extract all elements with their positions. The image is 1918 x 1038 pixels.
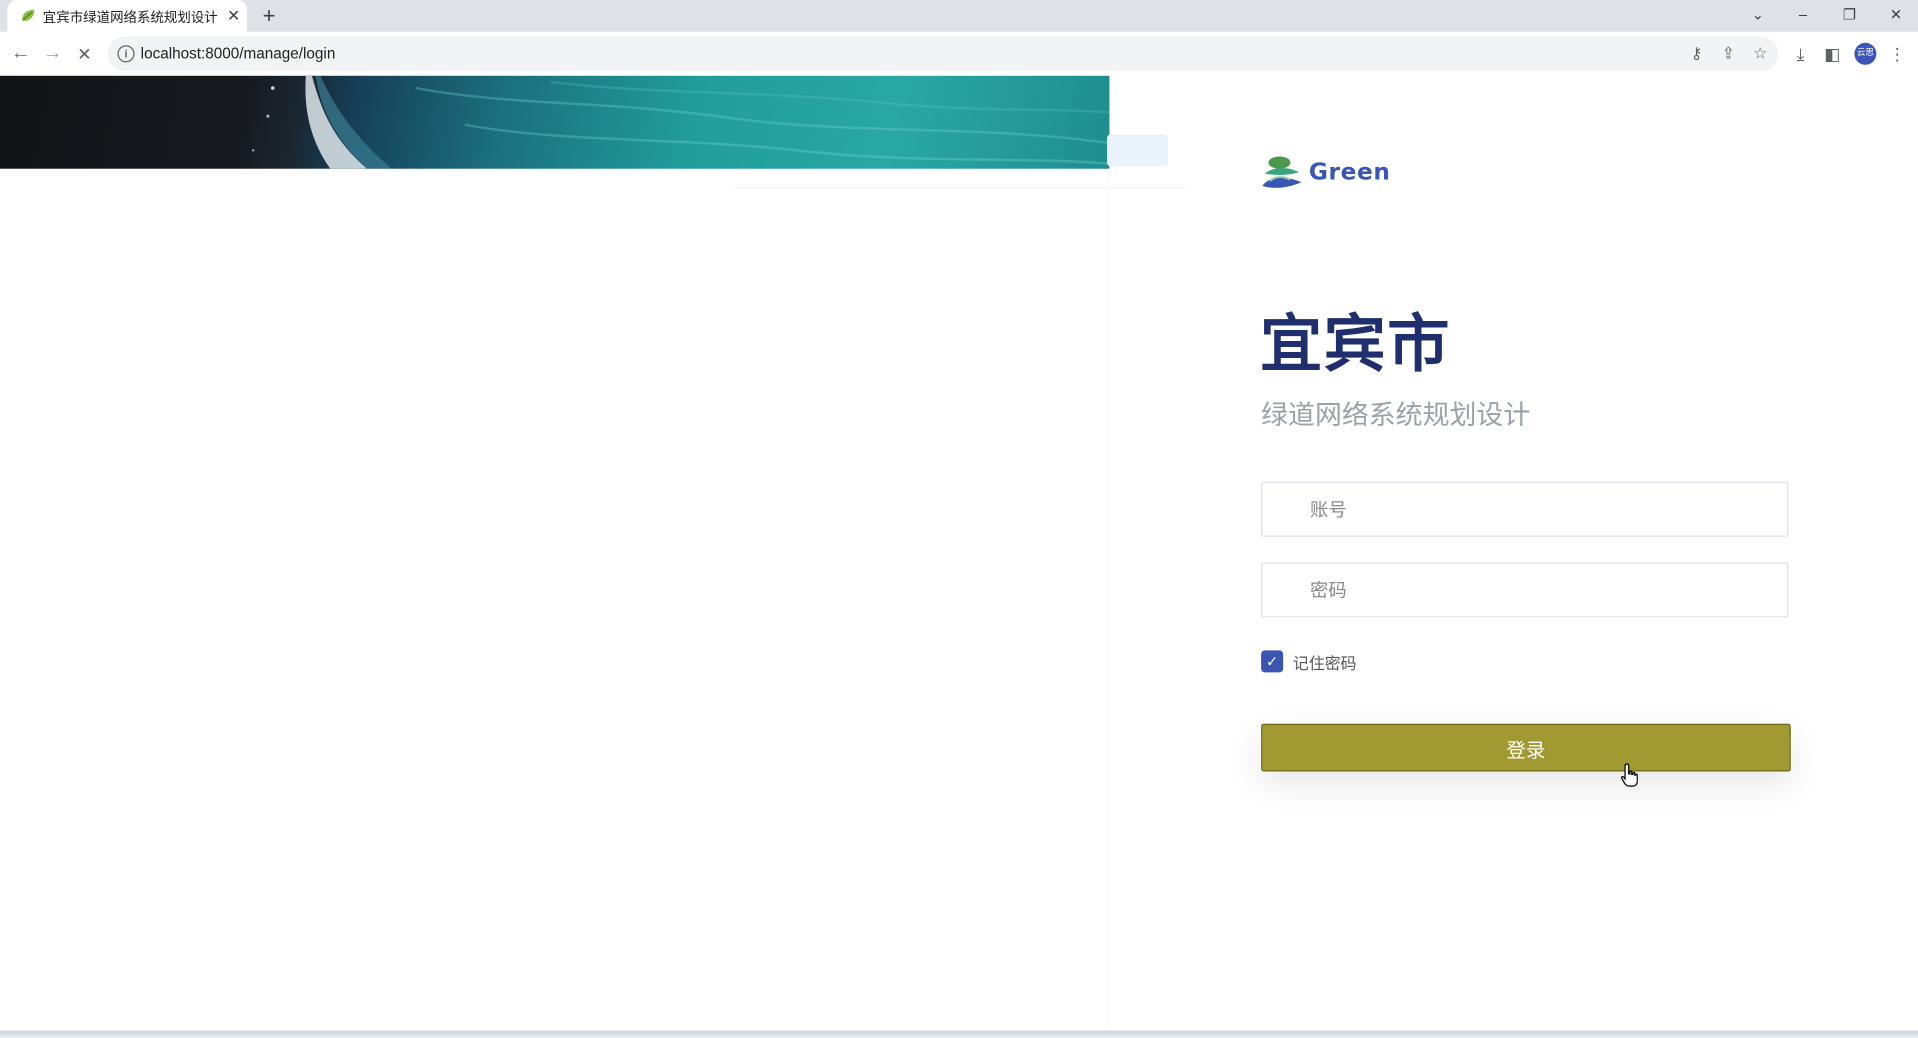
restore-icon[interactable]: ❐ [1836, 2, 1863, 26]
page-title: 宜宾市 [1259, 309, 1451, 382]
favicon-leaf-icon [22, 9, 35, 21]
remember-label: 记住密码 [1292, 654, 1357, 674]
browser-window: 宜宾市绿道网络系统规划设计 ✕ + ⌄ – ❐ ✕ ← → ✕ i localh… [0, 0, 1918, 1038]
stop-loading-icon[interactable]: ✕ [72, 42, 96, 66]
faded-overlay-box [1107, 134, 1169, 167]
password-input[interactable] [1262, 563, 1788, 617]
tab-close-icon[interactable]: ✕ [223, 5, 245, 27]
account-field [1261, 481, 1789, 537]
bookmark-star-icon[interactable]: ☆ [1748, 42, 1772, 66]
side-panel-icon[interactable]: ◧ [1820, 42, 1844, 66]
new-tab-button[interactable]: + [257, 4, 281, 28]
password-key-icon[interactable]: ⚷ [1684, 42, 1708, 66]
address-url[interactable]: localhost:8000/manage/login [141, 45, 336, 62]
faded-divider [733, 187, 1187, 189]
address-bar[interactable]: i localhost:8000/manage/login ⚷ ⇪ ☆ [107, 36, 1779, 71]
browser-tab-active[interactable]: 宜宾市绿道网络系统规划设计 ✕ [7, 0, 248, 32]
login-button[interactable]: 登录 [1261, 723, 1791, 772]
green-logo: Green [1261, 154, 1408, 191]
login-page: Green 宜宾市 绿道网络系统规划设计 ✓ 记住密码 登录 [0, 75, 1918, 1032]
tab-search-icon[interactable]: ⌄ [1744, 2, 1771, 26]
hand-pointer-cursor-icon [1620, 763, 1638, 787]
tab-strip: 宜宾市绿道网络系统规划设计 ✕ + ⌄ – ❐ ✕ [0, 0, 1918, 32]
logo-mark-icon [1262, 156, 1302, 188]
tab-title: 宜宾市绿道网络系统规划设计 [42, 9, 218, 26]
browser-toolbar: ← → ✕ i localhost:8000/manage/login ⚷ ⇪ … [0, 31, 1918, 78]
browser-menu-icon[interactable]: ⋮ [1885, 42, 1909, 66]
page-subtitle: 绿道网络系统规划设计 [1261, 401, 1531, 432]
ocean-wave-illustration [251, 75, 1110, 169]
remember-password[interactable]: ✓ 记住密码 [1261, 649, 1357, 674]
profile-avatar[interactable]: 云思 [1854, 42, 1877, 65]
remember-checkbox-checked-icon[interactable]: ✓ [1261, 650, 1284, 673]
forward-arrow-icon[interactable]: → [40, 42, 64, 66]
share-icon[interactable]: ⇪ [1716, 42, 1740, 66]
faded-vertical-divider [1108, 168, 1110, 1032]
hero-ocean-image [0, 75, 1110, 169]
password-field [1261, 562, 1789, 618]
download-icon[interactable]: ⤓ [1788, 42, 1812, 66]
logo-text: Green [1308, 158, 1391, 186]
taskbar-edge [0, 1030, 1918, 1038]
account-input[interactable] [1262, 482, 1788, 536]
minimize-icon[interactable]: – [1790, 2, 1817, 26]
back-arrow-icon[interactable]: ← [9, 42, 33, 66]
window-close-icon[interactable]: ✕ [1883, 2, 1910, 26]
site-info-icon[interactable]: i [117, 45, 135, 63]
